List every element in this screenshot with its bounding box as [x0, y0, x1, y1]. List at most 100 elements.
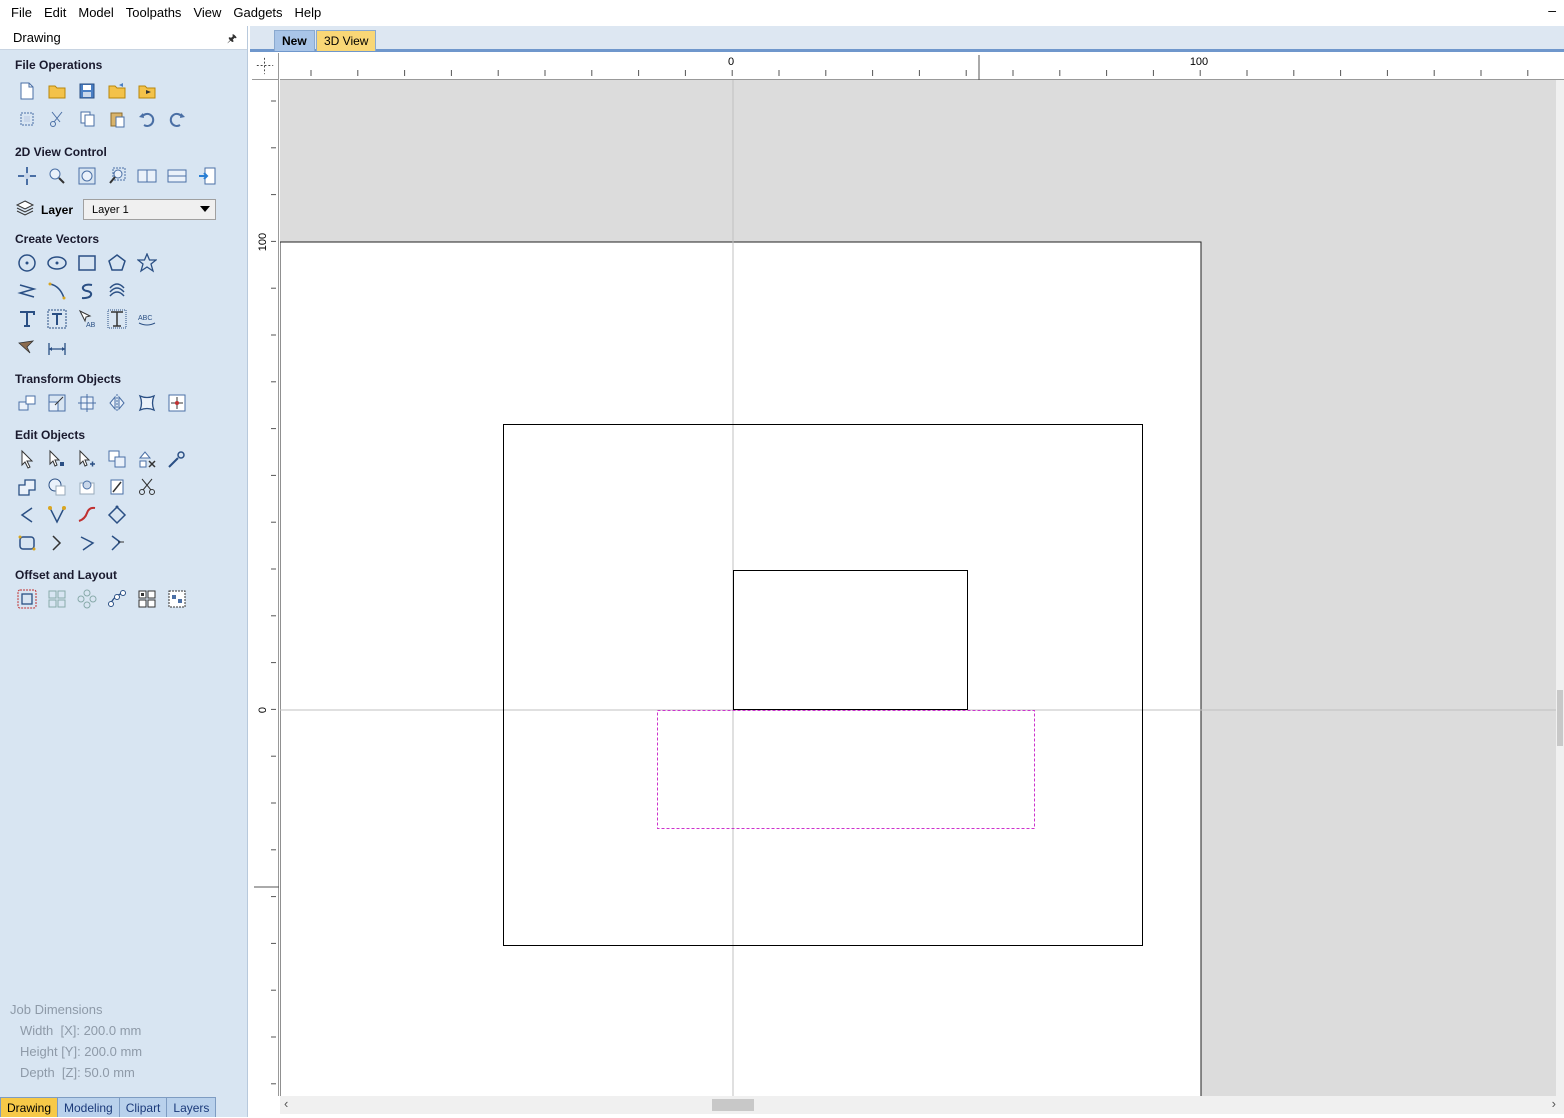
redo-icon[interactable]: [165, 107, 189, 131]
distort-icon[interactable]: [135, 391, 159, 415]
menu-gadgets[interactable]: Gadgets: [227, 2, 288, 24]
job-setup-icon[interactable]: [15, 107, 39, 131]
panel-tabs: Drawing Modeling Clipart Layers: [0, 1092, 248, 1117]
zoom-out-icon[interactable]: [105, 164, 129, 188]
auto-layout-icon[interactable]: [165, 587, 189, 611]
dimension-icon[interactable]: [45, 335, 69, 359]
drawing-canvas[interactable]: [280, 80, 1556, 1096]
ellipse-icon[interactable]: [45, 251, 69, 275]
scissors-icon[interactable]: [135, 475, 159, 499]
draw-freehand-icon[interactable]: [15, 335, 39, 359]
svg-text:ABC: ABC: [138, 315, 152, 322]
circle-icon[interactable]: [15, 251, 39, 275]
scroll-left-icon[interactable]: ‹: [284, 1096, 288, 1111]
text-on-curve-icon[interactable]: AB: [75, 307, 99, 331]
create-vectors-row-4: [15, 335, 75, 359]
smooth-curve-icon[interactable]: [75, 503, 99, 527]
array-copy-icon[interactable]: [45, 587, 69, 611]
set-position-icon[interactable]: [165, 391, 189, 415]
star-icon[interactable]: [135, 251, 159, 275]
fit-curves-icon[interactable]: [15, 531, 39, 555]
spiral-icon[interactable]: [105, 279, 129, 303]
fillet-icon[interactable]: [105, 475, 129, 499]
undo-icon[interactable]: [135, 107, 159, 131]
vertical-scroll-thumb[interactable]: [1557, 690, 1563, 746]
text-box-icon[interactable]: [45, 307, 69, 331]
scroll-right-icon[interactable]: ›: [1552, 1096, 1556, 1111]
job-dimensions: Job Dimensions Width [X]: 200.0 mm Heigh…: [10, 1002, 142, 1080]
menu-toolpaths[interactable]: Toolpaths: [120, 2, 188, 24]
weld-icon[interactable]: [15, 475, 39, 499]
node-edit-icon[interactable]: [45, 447, 69, 471]
subtract-icon[interactable]: [45, 475, 69, 499]
copy-along-vectors-icon[interactable]: [105, 587, 129, 611]
zoom-all-icon[interactable]: [75, 164, 99, 188]
ruler-origin-icon[interactable]: [252, 53, 279, 80]
tab-layers[interactable]: Layers: [166, 1097, 217, 1117]
align-icon[interactable]: [75, 391, 99, 415]
view-toggle-icon[interactable]: [135, 164, 159, 188]
extend-icon[interactable]: [45, 531, 69, 555]
open-recent-icon[interactable]: [105, 79, 129, 103]
ungroup-icon[interactable]: [135, 447, 159, 471]
rectangle-icon[interactable]: [75, 251, 99, 275]
cut-icon[interactable]: [45, 107, 69, 131]
switch-view-icon[interactable]: [195, 164, 219, 188]
polygon-icon[interactable]: [105, 251, 129, 275]
menu-help[interactable]: Help: [289, 2, 328, 24]
tab-3d-view[interactable]: 3D View: [316, 30, 377, 51]
trim-icon[interactable]: [165, 447, 189, 471]
svg-text:AB: AB: [86, 322, 96, 329]
menu-model[interactable]: Model: [72, 2, 119, 24]
layer-dropdown[interactable]: Layer 1: [83, 199, 217, 220]
nesting-icon[interactable]: [135, 587, 159, 611]
intersect-icon[interactable]: [75, 475, 99, 499]
job-height: Height [Y]: 200.0 mm: [20, 1044, 143, 1059]
circular-array-icon[interactable]: [75, 587, 99, 611]
line-icon[interactable]: [45, 279, 69, 303]
copy-icon[interactable]: [75, 107, 99, 131]
scale-icon[interactable]: [45, 391, 69, 415]
vertical-scrollbar[interactable]: [1556, 80, 1564, 1096]
menu-view[interactable]: View: [187, 2, 227, 24]
minimize-button[interactable]: –: [1548, 2, 1556, 18]
horizontal-scrollbar[interactable]: ‹ ›: [280, 1096, 1564, 1114]
join-open-icon[interactable]: [75, 531, 99, 555]
tab-drawing[interactable]: Drawing: [0, 1097, 59, 1117]
join-vectors-icon[interactable]: [15, 503, 39, 527]
layout-icon[interactable]: [165, 164, 189, 188]
tab-new[interactable]: New: [274, 30, 315, 51]
text-fit-icon[interactable]: [105, 307, 129, 331]
pin-icon[interactable]: 🖈: [227, 30, 237, 49]
view-control-row: [15, 164, 225, 188]
job-depth: Depth [Z]: 50.0 mm: [20, 1065, 135, 1080]
select-icon[interactable]: [15, 447, 39, 471]
new-file-icon[interactable]: [15, 79, 39, 103]
tab-clipart[interactable]: Clipart: [118, 1097, 168, 1117]
interactive-transform-icon[interactable]: [75, 447, 99, 471]
offset-icon[interactable]: [15, 587, 39, 611]
polyline-icon[interactable]: [15, 279, 39, 303]
zoom-box-icon[interactable]: [45, 164, 69, 188]
paste-icon[interactable]: [105, 107, 129, 131]
group-icon[interactable]: [105, 447, 129, 471]
mirror-icon[interactable]: [105, 391, 129, 415]
import-icon[interactable]: [135, 79, 159, 103]
section-view-control: 2D View Control: [15, 145, 107, 159]
file-ops-row-2: [15, 107, 195, 131]
menu-file[interactable]: File: [5, 2, 38, 24]
nest-icon[interactable]: [105, 503, 129, 527]
arc-text-icon[interactable]: ABC: [135, 307, 159, 331]
curve-icon[interactable]: [75, 279, 99, 303]
menu-edit[interactable]: Edit: [38, 2, 72, 24]
text-icon[interactable]: [15, 307, 39, 331]
open-file-icon[interactable]: [45, 79, 69, 103]
close-vectors-icon[interactable]: [45, 503, 69, 527]
break-icon[interactable]: [105, 531, 129, 555]
pan-icon[interactable]: [15, 164, 39, 188]
horizontal-scroll-thumb[interactable]: [712, 1099, 754, 1111]
save-icon[interactable]: [75, 79, 99, 103]
tab-modeling[interactable]: Modeling: [57, 1097, 120, 1117]
layer-row: Layer Layer 1: [15, 198, 217, 221]
move-icon[interactable]: [15, 391, 39, 415]
